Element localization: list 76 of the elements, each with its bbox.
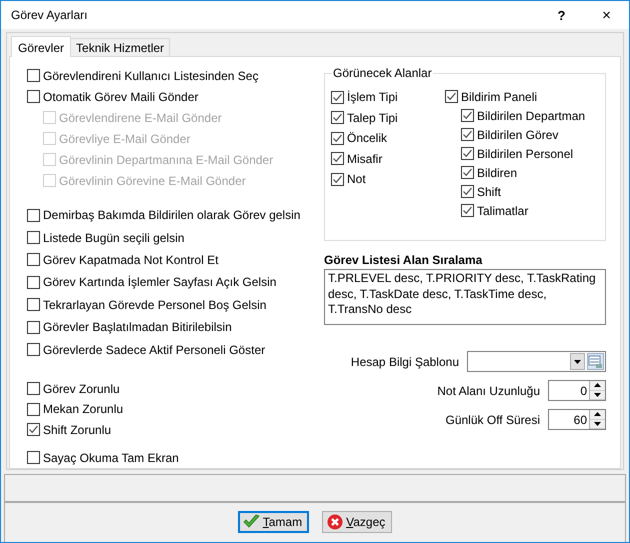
checkbox-label: Listede Bugün seçili gelsin [43,230,184,245]
checkbox-label: Mekan Zorunlu [43,402,124,416]
checkbox[interactable] [331,111,344,124]
checkbox[interactable] [461,147,474,160]
checkmark-icon [242,514,260,529]
checkbox[interactable] [461,109,474,122]
number-field[interactable]: 60 [548,409,606,430]
checkbox[interactable] [331,132,344,145]
checkbox-label: Not [347,172,366,186]
checkbox[interactable] [461,204,474,217]
tab[interactable]: Görevler [11,36,72,57]
checkbox[interactable] [27,231,40,244]
checkbox[interactable] [461,128,474,141]
checkbox[interactable] [27,276,40,289]
checkbox-label: Shift Zorunlu [43,422,112,437]
checkbox[interactable] [331,152,344,166]
checkbox-label: Talimatlar [477,204,528,218]
section-title: Görev Listesi Alan Sıralama [324,253,484,269]
window-title: Görev Ayarları [10,8,88,22]
checkbox-label: Görevlinin Departmanına E-Mail Gönder [59,152,274,166]
field-label: Günlük Off Süresi [446,412,540,426]
checkbox-label: Görev Zorunlu [43,382,120,396]
checkbox-label: Görevlerde Sadece Aktif Personeli Göster [43,342,266,357]
checkbox-label: Tekrarlayan Görevde Personel Boş Gelsin [43,298,266,312]
up-button[interactable] [590,381,605,390]
checkbox-label: Demirbaş Bakımda Bildirilen olarak Görev gelsin [43,208,300,222]
checkbox[interactable] [27,208,40,222]
checkbox[interactable] [27,382,40,396]
checkbox[interactable] [331,90,344,104]
combo-box[interactable] [467,351,606,372]
sort-field[interactable]: T.PRLEVEL desc, T.PRIORITY desc, T.TaskRating desc, T.TaskDate desc, T.TaskTime desc, T.TransNo desc [324,269,606,325]
dialog-button[interactable]: Tamam [238,510,310,532]
checkbox-label: Talep Tipi [347,110,398,125]
checkbox[interactable] [27,451,40,464]
checkbox[interactable] [27,298,40,312]
checkbox[interactable] [445,90,458,103]
group-title: Görünecek Alanlar [332,66,433,80]
checkbox[interactable] [331,172,344,186]
checkbox-label: Görev Kartında İşlemler Sayfası Açık Gelsin [43,275,276,290]
checkbox-label: Görevlinin Görevine E-Mail Gönder [59,174,246,188]
checkbox[interactable] [27,69,40,82]
checkbox-label: Bildirilen Görev [477,128,558,142]
checkbox-label: İşlem Tipi [347,90,398,104]
checkbox-label: Bildirilen Personel [477,146,574,160]
checkbox[interactable] [27,320,40,334]
checkbox-label: Öncelik [347,131,388,146]
checkbox-label: Sayaç Okuma Tam Ekran [43,450,179,465]
checkbox-label: Bildiren [477,166,518,180]
field-label: Not Alanı Uzunluğu [437,384,540,398]
close-button[interactable]: × [584,1,629,29]
checkbox[interactable] [27,253,40,266]
checkbox-label: Görevlendireni Kullanıcı Listesinden Seç [43,68,258,82]
checkbox-label: Otomatik Görev Maili Gönder [43,90,198,104]
dialog-button[interactable]: Vazgeç [322,510,392,532]
checkbox[interactable] [27,343,40,356]
checkbox-label: Shift [477,184,502,198]
checkbox[interactable] [461,166,474,179]
checkbox[interactable] [27,90,40,103]
help-button[interactable]: ? [539,1,584,29]
checkbox-label: Bildirilen Departman [477,108,586,122]
checkbox-label: Görevler Başlatılmadan Bitirilebilsin [43,320,232,334]
field-label: Hesap Bilgi Şablonu [350,354,459,368]
up-button[interactable] [590,410,605,420]
checkbox-label: Görev Kapatmada Not Kontrol Et [43,252,218,267]
checkbox-label: Görevliye E-Mail Gönder [59,132,190,146]
dropdown-button[interactable] [570,353,585,370]
number-field[interactable]: 0 [548,380,606,401]
checkbox-label: Misafir [347,152,382,166]
checkbox[interactable] [27,423,40,436]
cancel-icon [327,514,344,530]
checkbox[interactable] [461,185,474,198]
caret-icon [574,360,581,364]
checkbox-label: Bildirim Paneli [461,90,538,104]
checkbox[interactable] [27,402,40,416]
tab[interactable]: Teknik Hizmetler [70,38,170,56]
checkbox-label: Görevlendirene E-Mail Gönder [59,110,222,124]
